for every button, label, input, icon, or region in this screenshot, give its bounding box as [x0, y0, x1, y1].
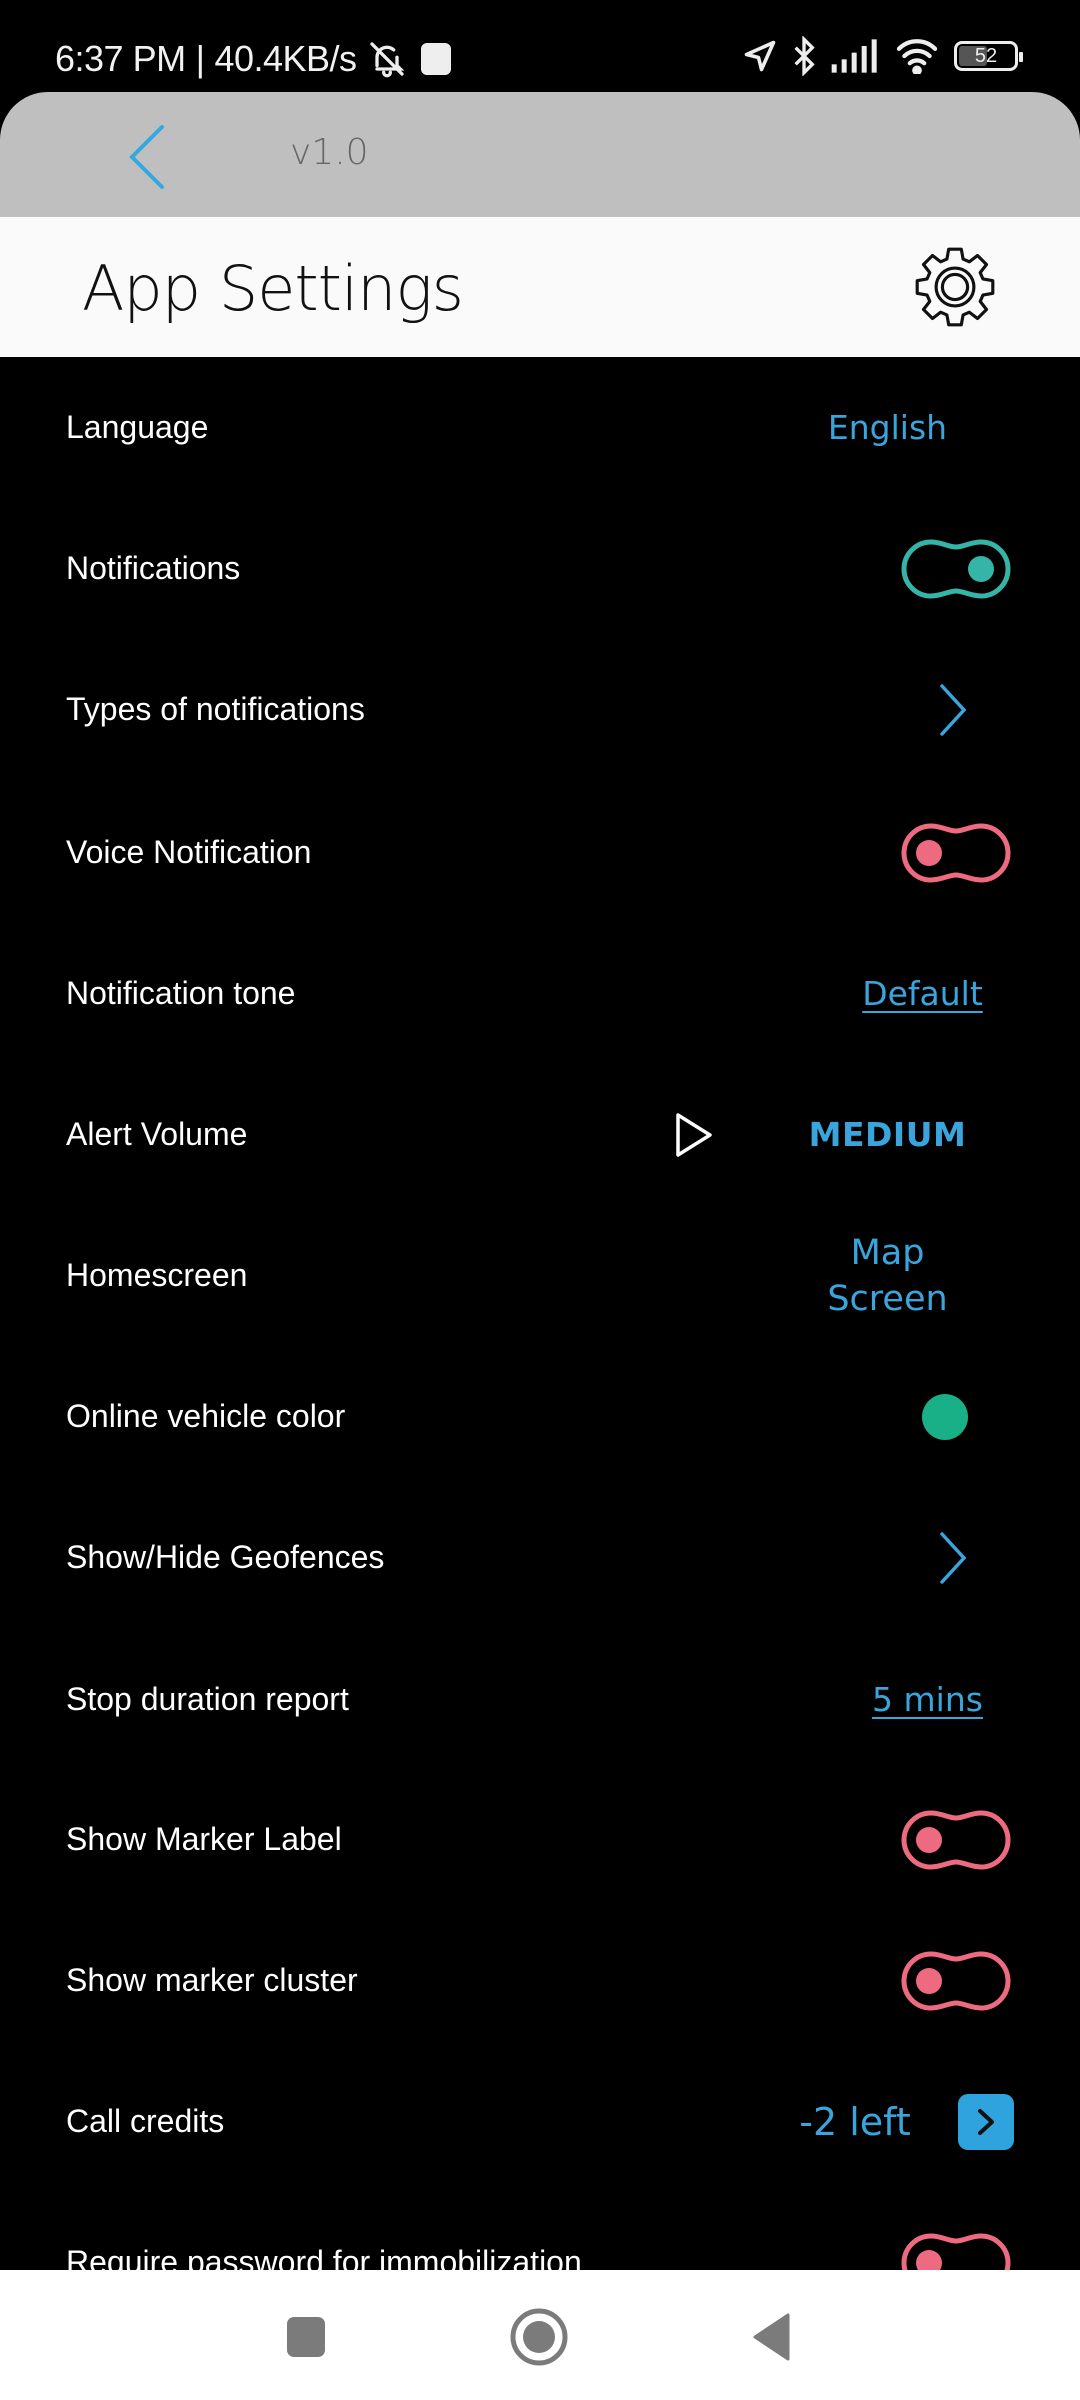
setting-row-show-marker-label: Show Marker Label: [0, 1769, 1080, 1910]
setting-label: Language: [66, 409, 209, 445]
stop-duration-value-wrap[interactable]: 5 mins: [860, 1680, 995, 1719]
setting-label: Homescreen: [66, 1257, 248, 1293]
status-right: 52: [742, 36, 1023, 76]
require-password-toggle[interactable]: [900, 2232, 1012, 2271]
language-value-container[interactable]: English: [800, 408, 975, 447]
setting-row-show-marker-cluster: Show marker cluster: [0, 1910, 1080, 2051]
setting-label: Types of notifications: [66, 691, 365, 727]
setting-label: Notifications: [66, 550, 241, 586]
call-credits-button-wrap[interactable]: [958, 2093, 1014, 2150]
recents-square-icon: [287, 2317, 325, 2357]
setting-row-homescreen: Homescreen Map Screen: [0, 1205, 1080, 1346]
chevron-right-icon[interactable]: [934, 1528, 974, 1588]
battery-icon: 52: [954, 41, 1023, 71]
home-circle-icon: [510, 2308, 568, 2366]
setting-row-notification-tone: Notification tone Default: [0, 923, 1080, 1064]
require-password-toggle-wrap[interactable]: [900, 2232, 1012, 2271]
back-nav-button[interactable]: [732, 2302, 812, 2372]
top-nav-bar: v1.0: [0, 92, 1080, 217]
home-button[interactable]: [499, 2302, 579, 2372]
setting-label: Show/Hide Geofences: [66, 1539, 385, 1575]
stop-duration-link[interactable]: 5 mins: [872, 1680, 983, 1719]
setting-label: Show marker cluster: [66, 1962, 358, 1998]
setting-row-online-vehicle-color: Online vehicle color: [0, 1346, 1080, 1487]
alert-volume-value[interactable]: MEDIUM: [809, 1115, 967, 1154]
language-value[interactable]: English: [828, 408, 947, 447]
recents-button[interactable]: [266, 2302, 346, 2372]
setting-row-call-credits: Call credits -2 left: [0, 2051, 1080, 2192]
setting-row-notifications: Notifications: [0, 498, 1080, 639]
alert-volume-value-wrap[interactable]: MEDIUM: [800, 1115, 975, 1154]
page-title: App Settings: [82, 252, 464, 325]
homescreen-value-line2: Screen: [827, 1278, 948, 1319]
notifications-toggle-wrap[interactable]: [900, 538, 1012, 600]
show-marker-cluster-toggle-wrap[interactable]: [900, 1950, 1012, 2012]
setting-row-alert-volume: Alert Volume MEDIUM: [0, 1064, 1080, 1205]
system-nav-bar: [0, 2270, 1080, 2400]
settings-list: Language English Notifications Types of …: [0, 357, 1080, 2270]
setting-label: Alert Volume: [66, 1116, 248, 1152]
play-icon[interactable]: [672, 1110, 716, 1160]
network-speed: 40.4KB/s: [214, 38, 357, 79]
bluetooth-icon: [794, 36, 815, 76]
setting-row-require-password: Require password for immobilization: [0, 2192, 1080, 2270]
homescreen-value-line1: Map: [850, 1232, 925, 1273]
homescreen-value[interactable]: Map Screen: [800, 1230, 975, 1322]
setting-label: Show Marker Label: [66, 1821, 342, 1857]
status-time: 6:37 PM: [55, 38, 186, 79]
voice-notification-toggle[interactable]: [900, 822, 1012, 884]
call-credits-button[interactable]: [958, 2093, 1014, 2150]
chevron-left-icon: [129, 125, 164, 189]
call-credits-value: -2 left: [799, 2099, 911, 2144]
setting-label: Online vehicle color: [66, 1398, 346, 1434]
online-vehicle-color-wrap[interactable]: [922, 1393, 968, 1440]
bell-off-icon: [369, 42, 404, 78]
status-bar: 6:37 PM | 40.4KB/s 52: [0, 0, 1080, 92]
setting-row-stop-duration-report: Stop duration report 5 mins: [0, 1629, 1080, 1770]
setting-label: Stop duration report: [66, 1681, 349, 1717]
notifications-toggle[interactable]: [900, 538, 1012, 600]
notification-tone-link[interactable]: Default: [862, 974, 983, 1013]
title-bar: App Settings: [0, 217, 1080, 357]
setting-label: Voice Notification: [66, 834, 312, 870]
online-vehicle-color-swatch[interactable]: [922, 1393, 968, 1440]
play-button[interactable]: [672, 1110, 716, 1160]
location-arrow-icon: [744, 40, 776, 72]
status-separator: |: [195, 38, 205, 79]
back-button[interactable]: [118, 122, 178, 192]
types-of-notifications-chevron-wrap[interactable]: [934, 680, 974, 740]
chevron-right-icon: [978, 2108, 994, 2135]
notification-square-icon: [420, 43, 451, 75]
signal-icon: [831, 39, 877, 73]
wifi-icon: [896, 39, 938, 74]
setting-row-types-of-notifications[interactable]: Types of notifications: [0, 639, 1080, 780]
status-left: 6:37 PM | 40.4KB/s: [55, 38, 451, 80]
voice-notification-toggle-wrap[interactable]: [900, 822, 1012, 884]
setting-row-voice-notification: Voice Notification: [0, 782, 1080, 923]
back-triangle-icon: [753, 2313, 790, 2361]
call-credits-value-wrap: -2 left: [790, 2100, 920, 2144]
setting-label: Call credits: [66, 2103, 225, 2139]
battery-level: 52: [974, 44, 998, 67]
setting-row-language[interactable]: Language English: [0, 357, 1080, 498]
show-marker-label-toggle[interactable]: [900, 1809, 1012, 1871]
gear-icon[interactable]: [910, 242, 1000, 332]
setting-row-show-hide-geofences[interactable]: Show/Hide Geofences: [0, 1487, 1080, 1628]
setting-label: Require password for immobilization: [66, 2244, 582, 2270]
geofences-chevron-wrap[interactable]: [934, 1528, 974, 1588]
app-version: v1.0: [290, 132, 369, 173]
notification-tone-value-wrap[interactable]: Default: [850, 974, 995, 1013]
chevron-right-icon[interactable]: [934, 680, 974, 740]
show-marker-label-toggle-wrap[interactable]: [900, 1809, 1012, 1871]
show-marker-cluster-toggle[interactable]: [900, 1950, 1012, 2012]
setting-label: Notification tone: [66, 975, 296, 1011]
